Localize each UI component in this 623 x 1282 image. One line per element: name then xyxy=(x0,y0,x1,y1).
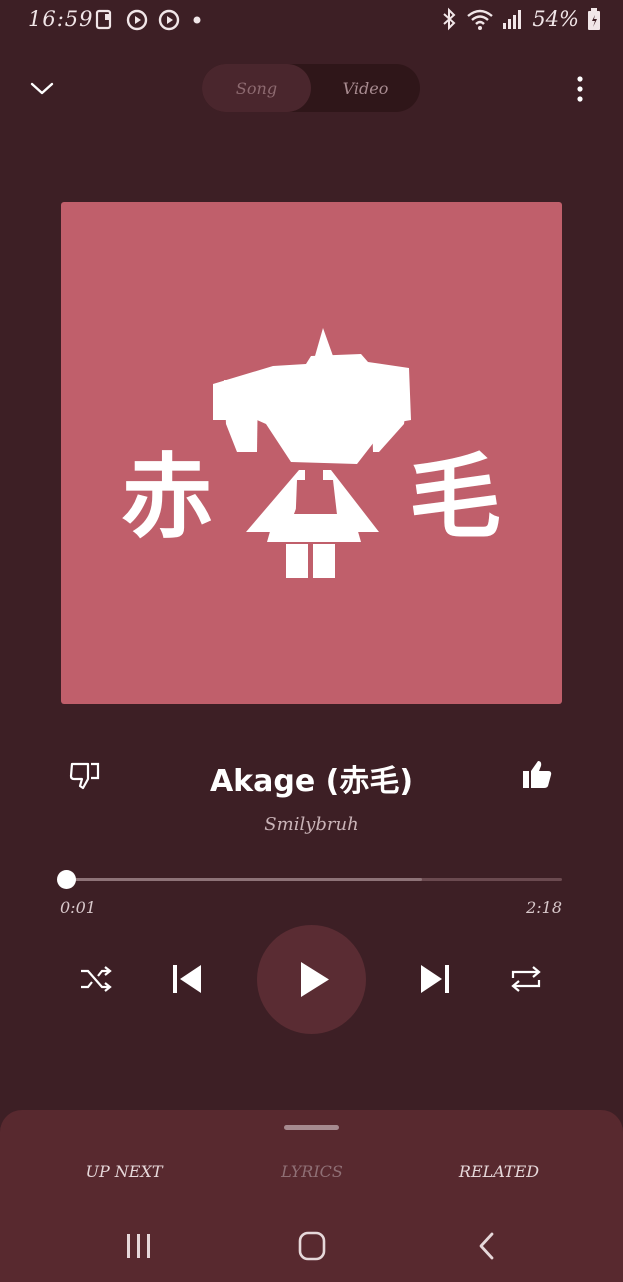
battery-icon xyxy=(588,8,600,30)
repeat-icon xyxy=(511,966,541,992)
tab-up-next[interactable]: UP NEXT xyxy=(44,1162,204,1181)
progress-thumb[interactable] xyxy=(56,870,76,889)
thumbs-up-icon xyxy=(523,761,552,788)
signal-icon xyxy=(503,10,522,29)
shuffle-icon xyxy=(81,966,112,992)
song-title: Akage (赤毛) xyxy=(209,764,414,799)
status-bar: 16:59 54% xyxy=(0,0,623,40)
skip-next-icon xyxy=(421,965,449,993)
home-icon xyxy=(298,1231,326,1261)
like-button[interactable] xyxy=(520,758,554,792)
notification-icon xyxy=(95,9,112,30)
more-vert-icon xyxy=(577,76,583,102)
more-options-button[interactable] xyxy=(568,74,592,104)
previous-track-button[interactable] xyxy=(168,961,204,997)
battery-percent: 54% xyxy=(532,7,579,31)
collapse-player-button[interactable] xyxy=(28,74,56,102)
skip-previous-icon xyxy=(173,965,201,993)
thumbs-down-icon xyxy=(69,762,100,790)
back-button[interactable] xyxy=(468,1228,508,1264)
play-circle-icon xyxy=(126,9,148,31)
back-icon xyxy=(479,1232,494,1260)
chevron-down-icon xyxy=(30,82,54,95)
next-track-button[interactable] xyxy=(418,961,454,997)
status-right: 54% xyxy=(440,7,601,31)
status-notification-icons xyxy=(94,9,204,31)
artist-name[interactable]: Smilybruh xyxy=(120,814,503,835)
wifi-icon xyxy=(467,9,494,30)
tab-song[interactable]: Song xyxy=(202,64,311,112)
recent-apps-button[interactable] xyxy=(119,1228,159,1264)
repeat-button[interactable] xyxy=(508,962,544,996)
recent-apps-icon xyxy=(127,1234,150,1258)
dot-icon xyxy=(193,16,201,24)
dislike-button[interactable] xyxy=(68,758,102,792)
time-total: 2:18 xyxy=(526,898,562,917)
sheet-drag-handle[interactable] xyxy=(284,1125,339,1130)
home-button[interactable] xyxy=(292,1228,332,1264)
shuffle-button[interactable] xyxy=(78,962,114,996)
play-icon xyxy=(301,962,329,997)
tab-related[interactable]: RELATED xyxy=(419,1162,579,1181)
status-time: 16:59 xyxy=(28,7,94,31)
play-button[interactable] xyxy=(257,925,366,1034)
song-video-toggle: Song Video xyxy=(202,64,420,112)
tab-lyrics[interactable]: LYRICS xyxy=(232,1162,392,1181)
progress-bar[interactable] xyxy=(63,878,562,881)
tab-video[interactable]: Video xyxy=(311,64,420,112)
album-char-left: 赤 xyxy=(121,444,214,551)
album-art: 赤 毛 xyxy=(61,202,562,704)
time-elapsed: 0:01 xyxy=(60,898,96,917)
album-char-right: 毛 xyxy=(409,444,502,551)
bluetooth-icon xyxy=(443,7,456,31)
progress-buffer xyxy=(63,878,423,881)
play-circle-icon xyxy=(158,9,180,31)
